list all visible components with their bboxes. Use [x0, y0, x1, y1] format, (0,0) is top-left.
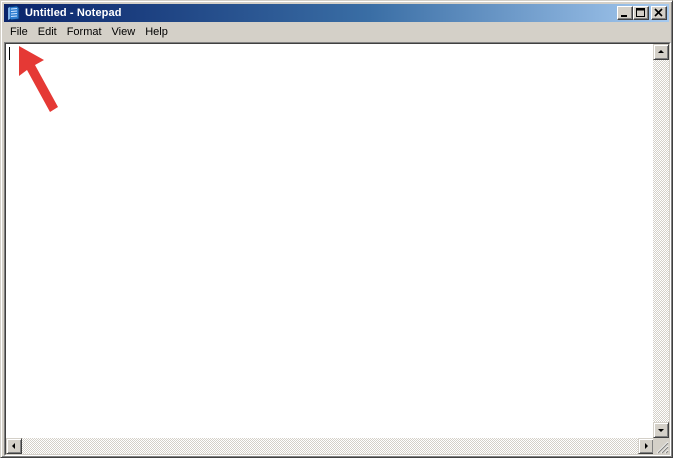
window-controls — [617, 6, 667, 20]
scroll-right-button[interactable] — [638, 438, 654, 454]
close-icon — [654, 8, 663, 17]
notepad-window: Untitled - Notepad File Edit Format View… — [0, 0, 673, 458]
title-bar[interactable]: Untitled - Notepad — [4, 4, 669, 22]
close-button[interactable] — [651, 6, 667, 20]
menu-format[interactable]: Format — [62, 23, 107, 41]
text-caret — [9, 47, 10, 60]
menu-edit[interactable]: Edit — [33, 23, 62, 41]
menu-help[interactable]: Help — [140, 23, 173, 41]
notepad-icon[interactable] — [7, 5, 21, 21]
maximize-icon — [636, 8, 645, 17]
editor-container — [5, 43, 670, 455]
arrow-right-icon — [645, 443, 648, 449]
maximize-button[interactable] — [633, 6, 649, 20]
resize-grip-icon — [656, 441, 669, 454]
arrow-down-icon — [658, 429, 664, 432]
editor-frame — [4, 42, 671, 456]
minimize-button[interactable] — [617, 6, 633, 20]
scroll-left-button[interactable] — [6, 438, 22, 454]
scroll-down-button[interactable] — [653, 422, 669, 438]
window-title: Untitled - Notepad — [25, 7, 122, 19]
text-editor[interactable] — [6, 44, 654, 438]
arrow-up-icon — [658, 50, 664, 53]
menu-view[interactable]: View — [107, 23, 141, 41]
arrow-left-icon — [12, 443, 15, 449]
size-grip[interactable] — [653, 438, 669, 454]
vertical-scrollbar[interactable] — [653, 44, 669, 438]
horizontal-scrollbar[interactable] — [6, 438, 654, 454]
minimize-icon — [621, 15, 627, 17]
menu-file[interactable]: File — [4, 23, 33, 41]
menu-bar: File Edit Format View Help — [4, 23, 669, 41]
scroll-up-button[interactable] — [653, 44, 669, 60]
